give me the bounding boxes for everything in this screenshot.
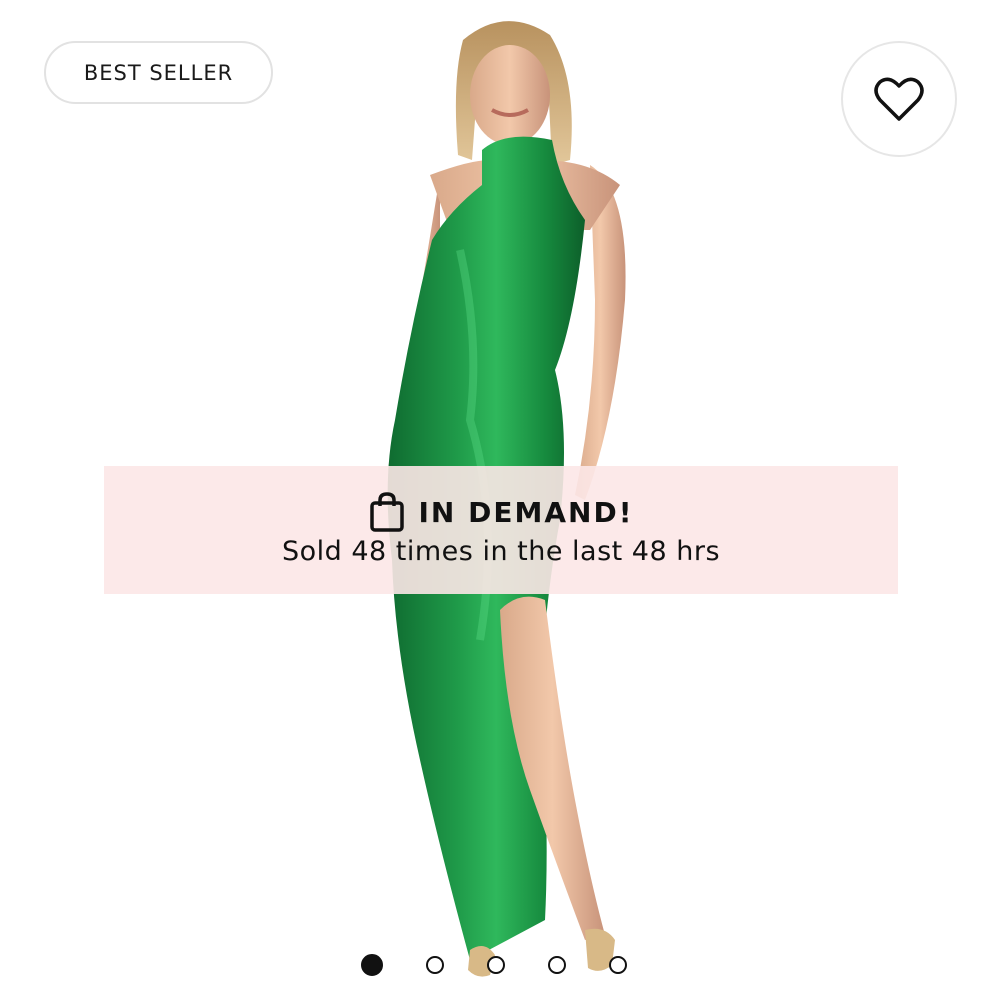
best-seller-label: BEST SELLER: [83, 60, 234, 85]
carousel-dot-4[interactable]: [548, 956, 566, 974]
heart-outline-icon: [874, 77, 924, 121]
shopping-bag-icon: [369, 492, 404, 532]
carousel-dot-3[interactable]: [487, 956, 505, 974]
sold-count-text: Sold 48 times in the last 48 hrs: [281, 536, 721, 567]
in-demand-title: IN DEMAND!: [418, 495, 634, 529]
carousel-pagination: [361, 954, 641, 976]
carousel-dot-5[interactable]: [609, 956, 627, 974]
in-demand-banner: IN DEMAND! Sold 48 times in the last 48 …: [104, 466, 898, 594]
best-seller-badge: BEST SELLER: [44, 41, 273, 104]
in-demand-header: IN DEMAND!: [104, 490, 898, 534]
carousel-dot-2[interactable]: [426, 956, 444, 974]
product-screen: BEST SELLER IN DEMAND! Sold 48 times in …: [0, 0, 1000, 1000]
favorite-button[interactable]: [841, 41, 957, 157]
carousel-dot-1[interactable]: [361, 954, 383, 976]
